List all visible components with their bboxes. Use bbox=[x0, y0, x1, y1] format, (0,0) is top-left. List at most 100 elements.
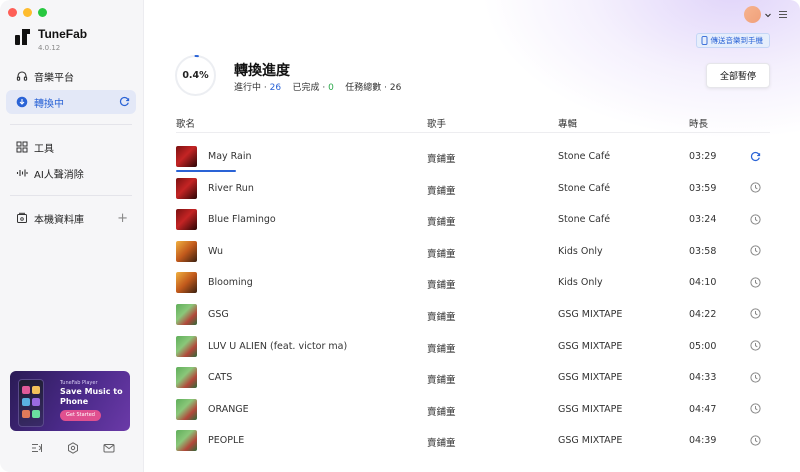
album-cover bbox=[176, 272, 197, 294]
sidebar-item-local-library[interactable]: 本機資料庫 + bbox=[6, 206, 136, 230]
song-title: ORANGE bbox=[208, 403, 249, 415]
mail-icon[interactable] bbox=[102, 441, 116, 455]
song-title: LUV U ALIEN (feat. victor ma) bbox=[208, 340, 348, 352]
minimize-window-button[interactable] bbox=[23, 8, 32, 17]
sidebar-divider bbox=[10, 124, 132, 125]
waiting-clock-icon[interactable] bbox=[749, 434, 761, 446]
waiting-clock-icon[interactable] bbox=[749, 276, 761, 288]
sidebar-item-label: 轉換中 bbox=[34, 98, 64, 110]
song-title: GSG bbox=[208, 308, 229, 320]
converting-spinner-icon bbox=[749, 150, 761, 162]
sidebar-item-tools[interactable]: 工具 bbox=[6, 135, 136, 159]
task-list: May Rain 賣鋪童 Stone Café 03:29 River Run 賣鋪童 St… bbox=[176, 141, 770, 457]
get-started-button[interactable]: Get Started bbox=[60, 410, 101, 421]
table-row[interactable]: PEOPLE 賣鋪童 GSG MIXTAPE 04:39 bbox=[176, 425, 770, 457]
add-library-button[interactable]: + bbox=[117, 211, 128, 226]
song-artist: 賣鋪童 bbox=[427, 217, 456, 229]
column-header-title[interactable]: 歌名 bbox=[176, 116, 195, 130]
collapse-sidebar-icon[interactable] bbox=[30, 441, 44, 455]
song-artist: 賣鋪童 bbox=[427, 248, 456, 260]
pause-all-button[interactable]: 全部暫停 bbox=[706, 63, 770, 88]
song-duration: 04:33 bbox=[689, 372, 717, 384]
table-row[interactable]: CATS 賣鋪童 GSG MIXTAPE 04:33 bbox=[176, 362, 770, 394]
send-to-phone-button[interactable]: 傳送音樂到手機 bbox=[695, 33, 770, 48]
table-row[interactable]: GSG 賣鋪童 GSG MIXTAPE 04:22 bbox=[176, 299, 770, 331]
song-duration: 03:59 bbox=[689, 182, 717, 194]
column-header-album[interactable]: 專輯 bbox=[558, 116, 577, 130]
album-cover bbox=[176, 367, 197, 389]
song-album: Kids Only bbox=[558, 245, 603, 257]
song-title: May Rain bbox=[208, 151, 252, 162]
account-menu[interactable] bbox=[744, 6, 772, 23]
sidebar-nav: 音樂平台 轉換中 工具 AI人聲消除 本機資料庫 + bbox=[6, 64, 136, 232]
album-cover bbox=[176, 430, 197, 452]
progress-stats: 進行中 · 26 已完成 · 0 任務總數 · 26 bbox=[234, 80, 401, 93]
table-header: 歌名 歌手 專輯 時長 bbox=[176, 111, 770, 133]
sidebar: TuneFab 4.0.12 音樂平台 轉換中 工具 AI人聲消除 本機資料庫 … bbox=[0, 0, 144, 472]
song-album: GSG MIXTAPE bbox=[558, 403, 623, 415]
song-title: PEOPLE bbox=[208, 435, 245, 447]
column-header-artist[interactable]: 歌手 bbox=[427, 116, 446, 130]
waiting-clock-icon[interactable] bbox=[749, 245, 761, 257]
grid-icon bbox=[16, 141, 28, 153]
song-title: Wu bbox=[208, 245, 224, 257]
sidebar-item-converting[interactable]: 轉換中 bbox=[6, 90, 136, 114]
waiting-clock-icon[interactable] bbox=[749, 182, 761, 194]
song-album: Stone Café bbox=[558, 214, 611, 226]
tunefab-logo-icon bbox=[15, 29, 30, 45]
sidebar-footer bbox=[30, 441, 116, 455]
table-row[interactable]: Wu 賣鋪童 Kids Only 03:58 bbox=[176, 236, 770, 268]
song-duration: 03:58 bbox=[689, 245, 717, 257]
album-cover bbox=[176, 335, 197, 357]
library-icon bbox=[16, 212, 28, 224]
song-duration: 04:10 bbox=[689, 277, 717, 289]
song-artist: 賣鋪童 bbox=[427, 375, 456, 387]
song-artist: 賣鋪童 bbox=[427, 154, 456, 165]
song-title: River Run bbox=[208, 182, 254, 194]
album-cover bbox=[176, 177, 197, 199]
song-artist: 賣鋪童 bbox=[427, 438, 456, 450]
table-row[interactable]: May Rain 賣鋪童 Stone Café 03:29 bbox=[176, 141, 770, 173]
column-header-duration[interactable]: 時長 bbox=[689, 116, 708, 130]
song-album: Kids Only bbox=[558, 277, 603, 289]
song-title: CATS bbox=[208, 372, 233, 384]
waiting-clock-icon[interactable] bbox=[749, 371, 761, 383]
in-progress-label: 進行中 · bbox=[234, 83, 270, 93]
in-progress-count: 26 bbox=[269, 83, 282, 93]
waiting-clock-icon[interactable] bbox=[749, 308, 761, 320]
waiting-clock-icon[interactable] bbox=[749, 213, 761, 225]
song-album: GSG MIXTAPE bbox=[558, 372, 623, 384]
zoom-window-button[interactable] bbox=[38, 8, 47, 17]
menu-icon[interactable] bbox=[778, 10, 788, 19]
page-title: 轉換進度 bbox=[234, 63, 290, 79]
song-album: Stone Café bbox=[558, 151, 611, 162]
table-row[interactable]: River Run 賣鋪童 Stone Café 03:59 bbox=[176, 173, 770, 205]
sidebar-item-music-platform[interactable]: 音樂平台 bbox=[6, 64, 136, 88]
song-artist: 賣鋪童 bbox=[427, 280, 456, 292]
song-title: Blooming bbox=[208, 277, 253, 289]
waiting-clock-icon[interactable] bbox=[749, 340, 761, 352]
waiting-clock-icon[interactable] bbox=[749, 403, 761, 415]
table-row[interactable]: LUV U ALIEN (feat. victor ma) 賣鋪童 GSG MIXT… bbox=[176, 331, 770, 363]
headphones-icon bbox=[16, 70, 28, 82]
app-window: TuneFab 4.0.12 音樂平台 轉換中 工具 AI人聲消除 本機資料庫 … bbox=[0, 0, 800, 472]
promo-subtitle: TuneFab Player bbox=[60, 380, 98, 386]
song-title: Blue Flamingo bbox=[208, 214, 276, 226]
song-artist: 賣鋪童 bbox=[427, 185, 456, 197]
close-window-button[interactable] bbox=[8, 8, 17, 17]
table-row[interactable]: ORANGE 賣鋪童 GSG MIXTAPE 04:47 bbox=[176, 394, 770, 426]
sidebar-item-label: AI人聲消除 bbox=[34, 169, 84, 181]
promo-banner[interactable]: TuneFab Player Save Music to Phone Get S… bbox=[10, 371, 130, 431]
download-circle-icon bbox=[16, 96, 28, 108]
avatar[interactable] bbox=[744, 6, 761, 23]
song-album: GSG MIXTAPE bbox=[558, 435, 623, 447]
album-cover bbox=[176, 240, 197, 262]
settings-icon[interactable] bbox=[66, 441, 80, 455]
table-row[interactable]: Blue Flamingo 賣鋪童 Stone Café 03:24 bbox=[176, 204, 770, 236]
send-to-phone-label: 傳送音樂到手機 bbox=[710, 36, 764, 45]
table-row[interactable]: Blooming 賣鋪童 Kids Only 04:10 bbox=[176, 267, 770, 299]
song-duration: 03:29 bbox=[689, 151, 717, 162]
song-album: Stone Café bbox=[558, 182, 611, 194]
sidebar-item-ai-vocal-remover[interactable]: AI人聲消除 bbox=[6, 161, 136, 185]
done-label: 已完成 · bbox=[292, 83, 329, 93]
